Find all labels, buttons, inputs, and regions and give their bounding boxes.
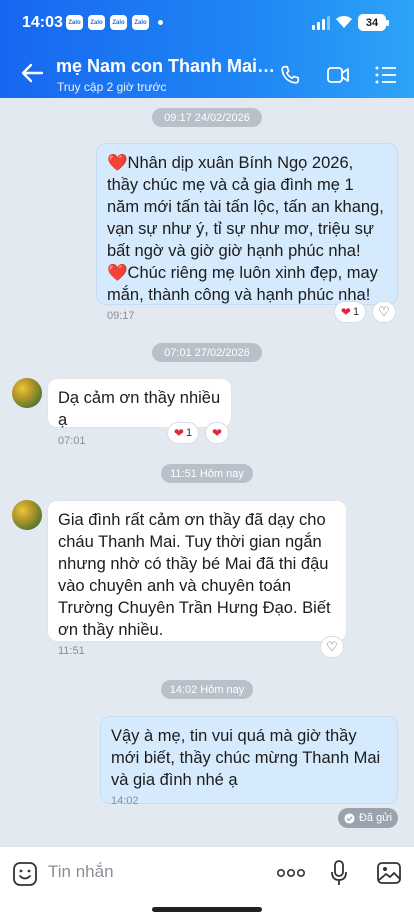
reaction-count: 1 — [185, 427, 193, 439]
wifi-icon — [336, 15, 352, 28]
date-separator: 07:01 27/02/2026 — [152, 343, 262, 362]
message-text: Gia đình rất cảm ơn thầy đã dạy cho cháu… — [58, 511, 331, 639]
message-text: ❤️Nhân dịp xuân Bính Ngọ 2026, thầy chúc… — [107, 154, 384, 304]
zalo-notification-icon: Zalo — [110, 15, 127, 30]
avatar[interactable] — [12, 378, 42, 408]
mic-icon[interactable] — [330, 859, 348, 887]
back-arrow-icon[interactable] — [20, 62, 44, 84]
date-separator: 14:02 Hôm nay — [161, 680, 253, 699]
heart-outline-icon: ♡ — [378, 304, 390, 319]
more-notifications-dot — [158, 20, 163, 25]
zalo-notification-icon: Zalo — [132, 15, 149, 30]
reaction-badge[interactable]: ❤ — [205, 422, 229, 444]
reaction-badge[interactable]: ❤ 1 — [167, 422, 199, 444]
message-text: Vậy à mẹ, tin vui quá mà giờ thầy mới bi… — [111, 727, 381, 789]
notification-icons: Zalo Zalo Zalo Zalo — [66, 15, 163, 30]
date-separator: 09:17 24/02/2026 — [152, 108, 262, 127]
message-bubble-outgoing[interactable]: Vậy à mẹ, tin vui quá mà giờ thầy mới bi… — [100, 716, 398, 807]
sent-status-text: Đã gửi — [358, 812, 393, 824]
composer-bar: Tin nhắn — [0, 846, 414, 920]
heart-icon: ❤ — [211, 426, 223, 440]
phone-icon[interactable] — [278, 64, 302, 86]
heart-icon: ❤ — [173, 426, 184, 440]
menu-icon[interactable] — [374, 64, 398, 86]
message-bubble-incoming[interactable]: Gia đình rất cảm ơn thầy đã dạy cho cháu… — [47, 500, 347, 657]
message-text: Dạ cảm ơn thầy nhiều ạ — [58, 389, 221, 429]
reaction-badge[interactable]: ❤ 1 — [334, 301, 366, 323]
emoji-icon[interactable] — [12, 861, 38, 887]
battery-indicator: 34 — [358, 14, 389, 31]
message-list[interactable]: 09:17 24/02/2026 ❤️Nhân dịp xuân Bính Ng… — [0, 98, 414, 846]
zalo-notification-icon: Zalo — [66, 15, 83, 30]
conversation-title[interactable]: mẹ Nam con Thanh Mai… — [56, 56, 275, 77]
status-bar: 14:03 Zalo Zalo Zalo Zalo 34 — [0, 0, 414, 46]
message-input[interactable]: Tin nhắn — [48, 862, 114, 882]
video-call-icon[interactable] — [326, 64, 350, 86]
message-time: 14:02 — [111, 795, 139, 807]
signal-icon — [312, 16, 330, 30]
avatar[interactable] — [12, 500, 42, 530]
heart-icon: ❤ — [340, 305, 351, 319]
last-seen-status: Truy cập 2 giờ trước — [57, 80, 167, 94]
reaction-count: 1 — [352, 306, 360, 318]
sent-status-badge: Đã gửi — [338, 808, 398, 828]
chat-header: 14:03 Zalo Zalo Zalo Zalo 34 mẹ Nam con … — [0, 0, 414, 98]
home-indicator[interactable] — [152, 907, 262, 912]
battery-level: 34 — [365, 16, 379, 29]
check-icon — [344, 812, 355, 824]
add-reaction-button[interactable]: ♡ — [320, 636, 344, 658]
message-bubble-outgoing[interactable]: ❤️Nhân dịp xuân Bính Ngọ 2026, thầy chúc… — [96, 143, 398, 322]
message-bubble-incoming[interactable]: Dạ cảm ơn thầy nhiều ạ 07:01 — [47, 378, 232, 447]
add-reaction-button[interactable]: ♡ — [372, 301, 396, 323]
date-separator: 11:51 Hôm nay — [161, 464, 253, 483]
heart-outline-icon: ♡ — [326, 639, 338, 654]
more-icon[interactable] — [276, 861, 306, 885]
status-time: 14:03 — [22, 14, 63, 31]
image-icon[interactable] — [376, 861, 402, 885]
message-time: 11:51 — [58, 645, 85, 657]
zalo-notification-icon: Zalo — [88, 15, 105, 30]
